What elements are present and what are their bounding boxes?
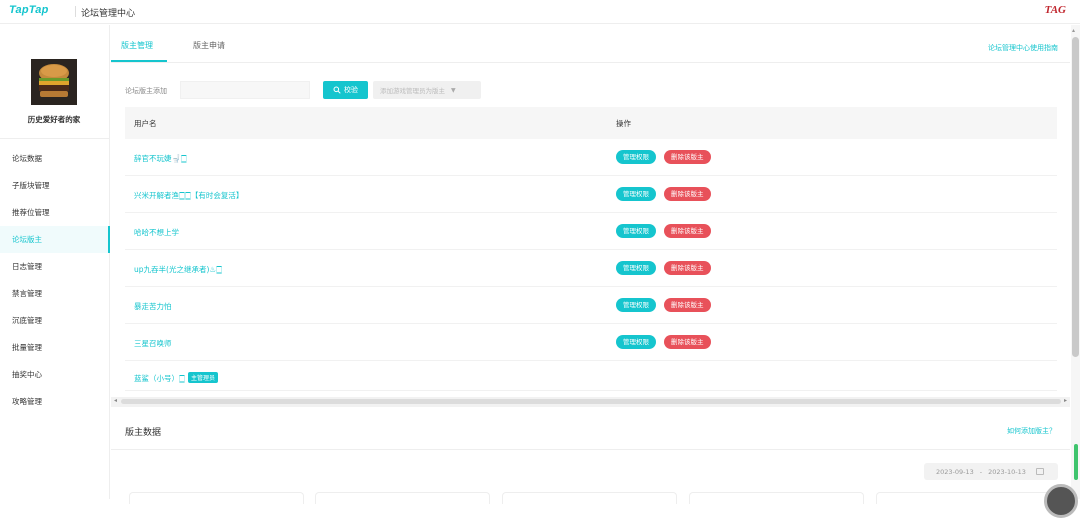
moderator-name-link[interactable]: up九吞半(光之继承者)♨🀆 <box>134 264 222 275</box>
tab-moderator-management[interactable]: 版主管理 <box>121 40 153 51</box>
table-row: 兴米开解者渔🀆🀆【有时会复活】 管理权限 删除该版主 <box>125 176 1057 213</box>
manage-permissions-button[interactable]: 管理权限 <box>616 150 656 164</box>
stat-card <box>689 492 864 504</box>
vertical-scrollbar[interactable]: ▴ <box>1071 25 1080 499</box>
scroll-up-icon[interactable]: ▴ <box>1072 27 1075 34</box>
moderator-name-link[interactable]: 三星召唤师 <box>134 338 172 349</box>
green-indicator <box>1074 444 1078 480</box>
sidebar-item-guides[interactable]: 攻略管理 <box>0 388 109 415</box>
delete-moderator-button[interactable]: 删除该版主 <box>664 335 711 349</box>
manage-permissions-button[interactable]: 管理权限 <box>616 224 656 238</box>
how-to-add-moderator-link[interactable]: 如何添加版主？ <box>1007 426 1056 436</box>
sidebar-item-subforum[interactable]: 子版块管理 <box>0 172 109 199</box>
stat-card <box>502 492 677 504</box>
horizontal-scroll-thumb[interactable] <box>121 399 1061 404</box>
sidebar-item-mute[interactable]: 禁言管理 <box>0 280 109 307</box>
sidebar-nav: 论坛数据 子版块管理 推荐位管理 论坛版主 日志管理 禁言管理 沉底管理 批量管… <box>0 145 110 415</box>
vertical-scroll-thumb[interactable] <box>1072 37 1079 357</box>
app-title: 论坛管理中心 <box>81 9 136 19</box>
add-moderator-label: 论坛版主添加 <box>125 87 167 95</box>
delete-moderator-button[interactable]: 删除该版主 <box>664 187 711 201</box>
sidebar-item-moderators[interactable]: 论坛版主 <box>0 226 110 253</box>
manage-permissions-button[interactable]: 管理权限 <box>616 298 656 312</box>
brand-logo: TAG <box>1044 4 1066 16</box>
forum-username: 历史爱好者的家 <box>27 115 81 124</box>
scroll-left-icon[interactable]: ◂ <box>114 397 117 404</box>
stat-card <box>876 492 1051 504</box>
active-tab-indicator <box>111 60 167 62</box>
date-separator: - <box>979 467 983 476</box>
top-bar: TapTap 论坛管理中心 TAG <box>0 0 1080 24</box>
sidebar: 历史爱好者的家 论坛数据 子版块管理 推荐位管理 论坛版主 日志管理 禁言管理 … <box>0 25 110 499</box>
manage-permissions-button[interactable]: 管理权限 <box>616 187 656 201</box>
row-actions: 管理权限 删除该版主 <box>616 298 711 312</box>
add-admin-dropdown-label: 添加游戏管理员为版主 <box>380 87 445 95</box>
moderator-name-link[interactable]: 哈哈不想上学 <box>134 227 179 238</box>
tab-bar: 版主管理 版主申请 论坛管理中心使用指南 <box>111 25 1070 63</box>
stat-card <box>129 492 304 504</box>
row-actions: 管理权限 删除该版主 <box>616 335 711 349</box>
sidebar-item-forum-data[interactable]: 论坛数据 <box>0 145 109 172</box>
manage-permissions-button[interactable]: 管理权限 <box>616 335 656 349</box>
date-range-picker[interactable]: 2023-09-13 - 2023-10-13 <box>924 463 1058 480</box>
add-admin-dropdown[interactable]: 添加游戏管理员为版主 ▼ <box>373 81 481 99</box>
table-row: 哈哈不想上学 管理权限 删除该版主 <box>125 213 1057 250</box>
add-moderator-row: 论坛版主添加 校验 添加游戏管理员为版主 ▼ <box>125 81 485 99</box>
sidebar-item-batch[interactable]: 批量管理 <box>0 334 109 361</box>
moderator-name-link[interactable]: 辞官不玩婕🚽🀆 <box>134 153 187 164</box>
logo-divider <box>75 6 76 17</box>
date-start: 2023-09-13 <box>936 467 974 476</box>
table-row: up九吞半(光之继承者)♨🀆 管理权限 删除该版主 <box>125 250 1057 287</box>
moderator-data-title: 版主数据 <box>125 428 162 438</box>
column-header-username: 用户名 <box>134 119 157 128</box>
moderator-table: 用户名 操作 辞官不玩婕🚽🀆 管理权限 删除该版主 兴米开解者渔🀆🀆【有时会复活… <box>125 107 1057 391</box>
moderator-name-text: 蓝鲨（小号）🀆 <box>134 374 185 383</box>
sidebar-item-recommend[interactable]: 推荐位管理 <box>0 199 109 226</box>
verify-label: 校验 <box>344 86 358 94</box>
sidebar-item-logs[interactable]: 日志管理 <box>0 253 109 280</box>
row-actions: 管理权限 删除该版主 <box>616 261 711 275</box>
moderator-name-link[interactable]: 兴米开解者渔🀆🀆【有时会复活】 <box>134 190 243 201</box>
moderator-name-link[interactable]: 暴走苦力怕 <box>134 301 172 312</box>
manage-permissions-button[interactable]: 管理权限 <box>616 261 656 275</box>
table-row: 暴走苦力怕 管理权限 删除该版主 <box>125 287 1057 324</box>
add-moderator-input[interactable] <box>180 81 310 99</box>
caret-down-icon: ▼ <box>451 86 456 94</box>
row-actions: 管理权限 删除该版主 <box>616 224 711 238</box>
table-row: 蓝鲨（小号）🀆 主管理员 <box>125 361 1057 391</box>
sidebar-item-sink[interactable]: 沉底管理 <box>0 307 109 334</box>
moderator-name-link[interactable]: 蓝鲨（小号）🀆 主管理员 <box>134 372 218 384</box>
tab-moderator-applications[interactable]: 版主申请 <box>193 40 225 51</box>
floating-assistant-button[interactable] <box>1044 484 1078 518</box>
scroll-right-icon[interactable]: ▸ <box>1064 397 1067 404</box>
calendar-icon <box>1035 468 1044 475</box>
delete-moderator-button[interactable]: 删除该版主 <box>664 298 711 312</box>
delete-moderator-button[interactable]: 删除该版主 <box>664 150 711 164</box>
date-end: 2023-10-13 <box>988 467 1026 476</box>
delete-moderator-button[interactable]: 删除该版主 <box>664 224 711 238</box>
row-actions: 管理权限 删除该版主 <box>616 187 711 201</box>
column-header-actions: 操作 <box>616 119 631 128</box>
delete-moderator-button[interactable]: 删除该版主 <box>664 261 711 275</box>
table-header: 用户名 操作 <box>125 107 1057 139</box>
usage-guide-link[interactable]: 论坛管理中心使用指南 <box>988 43 1058 53</box>
sidebar-divider <box>0 138 109 139</box>
chief-admin-badge: 主管理员 <box>187 372 218 383</box>
search-icon <box>333 86 341 94</box>
stat-card <box>315 492 490 504</box>
sidebar-item-lottery[interactable]: 抽奖中心 <box>0 361 109 388</box>
table-row: 辞官不玩婕🚽🀆 管理权限 删除该版主 <box>125 139 1057 176</box>
row-actions: 管理权限 删除该版主 <box>616 150 711 164</box>
taptap-logo[interactable]: TapTap <box>9 4 49 16</box>
horizontal-scrollbar[interactable]: ◂ ▸ <box>111 397 1070 407</box>
burger-avatar-icon <box>31 59 77 105</box>
verify-button[interactable]: 校验 <box>323 81 368 99</box>
table-row: 三星召唤师 管理权限 删除该版主 <box>125 324 1057 361</box>
section-divider <box>111 449 1070 450</box>
main-content: 版主管理 版主申请 论坛管理中心使用指南 论坛版主添加 校验 添加游戏管理员为版… <box>111 25 1070 504</box>
avatar <box>31 59 77 105</box>
